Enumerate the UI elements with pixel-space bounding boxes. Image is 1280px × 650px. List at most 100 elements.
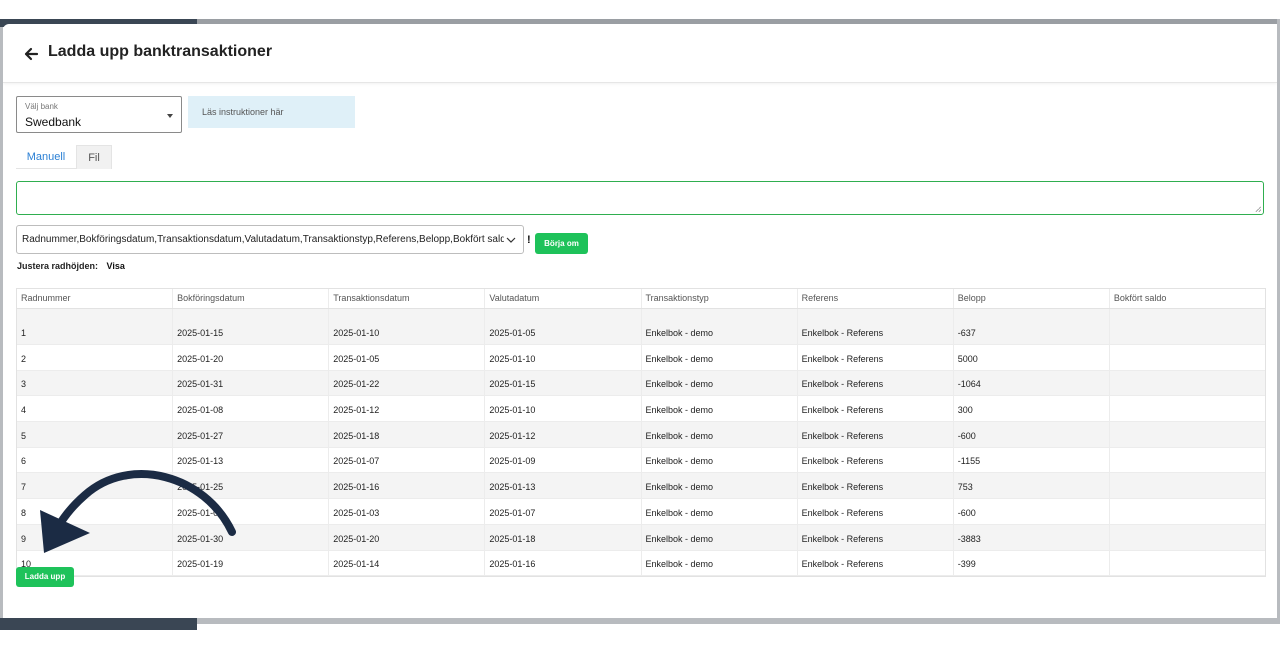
table-cell[interactable]: Enkelbok - demo xyxy=(642,473,798,499)
table-cell[interactable]: 5000 xyxy=(954,345,1110,370)
table-cell[interactable]: Enkelbok - demo xyxy=(642,396,798,422)
table-cell[interactable]: Enkelbok - Referens xyxy=(798,370,954,396)
table-row[interactable]: 8 2025-01-09 2025-01-03 2025-01-07 Enkelbok … xyxy=(17,499,1265,525)
table-row[interactable]: 9 2025-01-30 2025-01-20 2025-01-18 Enkelbok … xyxy=(17,524,1265,551)
column-order-select[interactable]: Radnummer,Bokföringsdatum,Transaktionsda… xyxy=(16,225,524,254)
transactions-input[interactable] xyxy=(16,181,1264,215)
table-cell[interactable]: 2025-01-18 xyxy=(329,422,486,447)
column-header[interactable]: Belopp xyxy=(954,289,1110,308)
table-cell[interactable]: 2025-01-22 xyxy=(329,370,486,396)
table-cell[interactable]: Enkelbok - Referens xyxy=(798,309,954,344)
table-cell[interactable]: 2025-01-13 xyxy=(173,447,330,473)
table-cell[interactable]: Enkelbok - demo xyxy=(642,345,798,370)
table-row[interactable]: 10 2025-01-19 2025-01-14 2025-01-16 Enkelbok… xyxy=(17,550,1265,577)
instructions-link[interactable]: Läs instruktioner här xyxy=(188,96,355,128)
table-row[interactable]: 6 2025-01-13 2025-01-07 2025-01-09 Enkelbok … xyxy=(17,447,1265,474)
table-cell[interactable]: Enkelbok - Referens xyxy=(798,499,954,524)
table-cell[interactable]: 2025-01-20 xyxy=(329,524,486,550)
column-header[interactable]: Transaktionsdatum xyxy=(329,289,486,308)
table-row[interactable]: 4 2025-01-08 2025-01-12 2025-01-10 Enkelbok … xyxy=(17,396,1265,423)
bank-select[interactable]: Välj bank Swedbank xyxy=(16,96,182,133)
table-cell[interactable]: 8 xyxy=(17,499,174,524)
table-cell[interactable] xyxy=(1110,345,1265,370)
table-cell[interactable]: 2025-01-08 xyxy=(173,396,330,422)
table-cell[interactable]: 7 xyxy=(17,473,174,499)
table-cell[interactable]: 2025-01-18 xyxy=(485,524,642,550)
table-cell[interactable]: Enkelbok - demo xyxy=(642,370,798,396)
table-cell[interactable]: Enkelbok - demo xyxy=(642,499,798,524)
table-cell[interactable]: 2025-01-15 xyxy=(173,309,330,344)
table-cell[interactable]: Enkelbok - demo xyxy=(642,422,798,447)
table-cell[interactable] xyxy=(1110,422,1265,447)
table-cell[interactable]: 2025-01-20 xyxy=(173,345,330,370)
tab-manuell[interactable]: Manuell xyxy=(16,145,76,169)
table-cell[interactable]: 2025-01-07 xyxy=(485,499,642,524)
table-row[interactable]: 5 2025-01-27 2025-01-18 2025-01-12 Enkelbok … xyxy=(17,422,1265,448)
table-cell[interactable] xyxy=(1110,448,1265,473)
table-cell[interactable] xyxy=(1110,371,1265,396)
table-cell[interactable]: 2025-01-19 xyxy=(173,550,330,576)
table-cell[interactable]: Enkelbok - demo xyxy=(642,524,798,550)
restart-button[interactable]: Börja om xyxy=(535,233,588,254)
table-cell[interactable]: 6 xyxy=(17,447,174,473)
table-row[interactable]: 3 2025-01-31 2025-01-22 2025-01-15 Enkelbok … xyxy=(17,370,1265,397)
column-header[interactable]: Valutadatum xyxy=(485,289,642,308)
row-height-show-link[interactable]: Visa xyxy=(107,261,125,271)
table-cell[interactable]: 2025-01-05 xyxy=(485,309,642,344)
table-cell[interactable]: 2025-01-15 xyxy=(485,370,642,396)
table-cell[interactable]: -600 xyxy=(954,422,1110,447)
table-cell[interactable]: 2025-01-10 xyxy=(485,396,642,422)
column-header[interactable]: Bokföringsdatum xyxy=(173,289,330,308)
table-cell[interactable]: 2025-01-07 xyxy=(329,447,486,473)
table-cell[interactable]: Enkelbok - Referens xyxy=(798,550,954,576)
arrow-left-icon[interactable] xyxy=(21,44,41,64)
table-row[interactable]: 2 2025-01-20 2025-01-05 2025-01-10 Enkelbok … xyxy=(17,345,1265,371)
table-cell[interactable] xyxy=(1110,396,1265,421)
upload-button[interactable]: Ladda upp xyxy=(16,567,74,587)
table-cell[interactable]: Enkelbok - Referens xyxy=(798,396,954,422)
table-cell[interactable]: 4 xyxy=(17,396,174,422)
table-cell[interactable]: -1064 xyxy=(954,370,1110,396)
table-cell[interactable]: 2025-01-14 xyxy=(329,550,486,576)
table-cell[interactable]: Enkelbok - Referens xyxy=(798,473,954,499)
table-cell[interactable] xyxy=(1110,309,1265,344)
table-cell[interactable]: 2025-01-05 xyxy=(329,345,486,370)
table-cell[interactable]: -600 xyxy=(954,499,1110,524)
table-cell[interactable]: 300 xyxy=(954,396,1110,422)
tab-fil[interactable]: Fil xyxy=(76,145,112,169)
column-header[interactable]: Referens xyxy=(798,289,954,308)
table-cell[interactable]: 5 xyxy=(17,422,174,447)
table-cell[interactable]: Enkelbok - Referens xyxy=(798,447,954,473)
table-cell[interactable]: 2025-01-16 xyxy=(485,550,642,576)
table-cell[interactable]: -3883 xyxy=(954,524,1110,550)
table-row[interactable]: 1 2025-01-15 2025-01-10 2025-01-05 Enkelbok … xyxy=(17,309,1265,345)
table-cell[interactable]: -1155 xyxy=(954,447,1110,473)
table-cell[interactable] xyxy=(1110,525,1265,550)
table-cell[interactable]: 753 xyxy=(954,473,1110,499)
table-cell[interactable]: Enkelbok - Referens xyxy=(798,422,954,447)
table-cell[interactable]: -637 xyxy=(954,309,1110,344)
resize-grip-icon[interactable] xyxy=(1255,206,1261,212)
table-cell[interactable]: 2025-01-13 xyxy=(485,473,642,499)
table-cell[interactable] xyxy=(1110,551,1265,576)
table-cell[interactable] xyxy=(1110,499,1265,524)
table-cell[interactable]: 2 xyxy=(17,345,174,370)
table-cell[interactable]: 2025-01-12 xyxy=(329,396,486,422)
table-cell[interactable]: 2025-01-03 xyxy=(329,499,486,524)
table-cell[interactable]: 2025-01-10 xyxy=(485,345,642,370)
table-cell[interactable]: 2025-01-12 xyxy=(485,422,642,447)
table-cell[interactable]: 9 xyxy=(17,524,174,550)
table-cell[interactable]: 2025-01-31 xyxy=(173,370,330,396)
table-cell[interactable]: 2025-01-27 xyxy=(173,422,330,447)
column-header[interactable]: Radnummer xyxy=(17,289,174,308)
table-cell[interactable]: Enkelbok - demo xyxy=(642,550,798,576)
table-cell[interactable]: 2025-01-30 xyxy=(173,524,330,550)
table-cell[interactable]: Enkelbok - Referens xyxy=(798,345,954,370)
table-cell[interactable]: Enkelbok - demo xyxy=(642,309,798,344)
table-cell[interactable]: Enkelbok - Referens xyxy=(798,524,954,550)
table-cell[interactable]: -399 xyxy=(954,550,1110,576)
table-cell[interactable]: 2025-01-16 xyxy=(329,473,486,499)
table-cell[interactable] xyxy=(1110,473,1265,498)
table-cell[interactable]: Enkelbok - demo xyxy=(642,447,798,473)
table-cell[interactable]: 3 xyxy=(17,370,174,396)
